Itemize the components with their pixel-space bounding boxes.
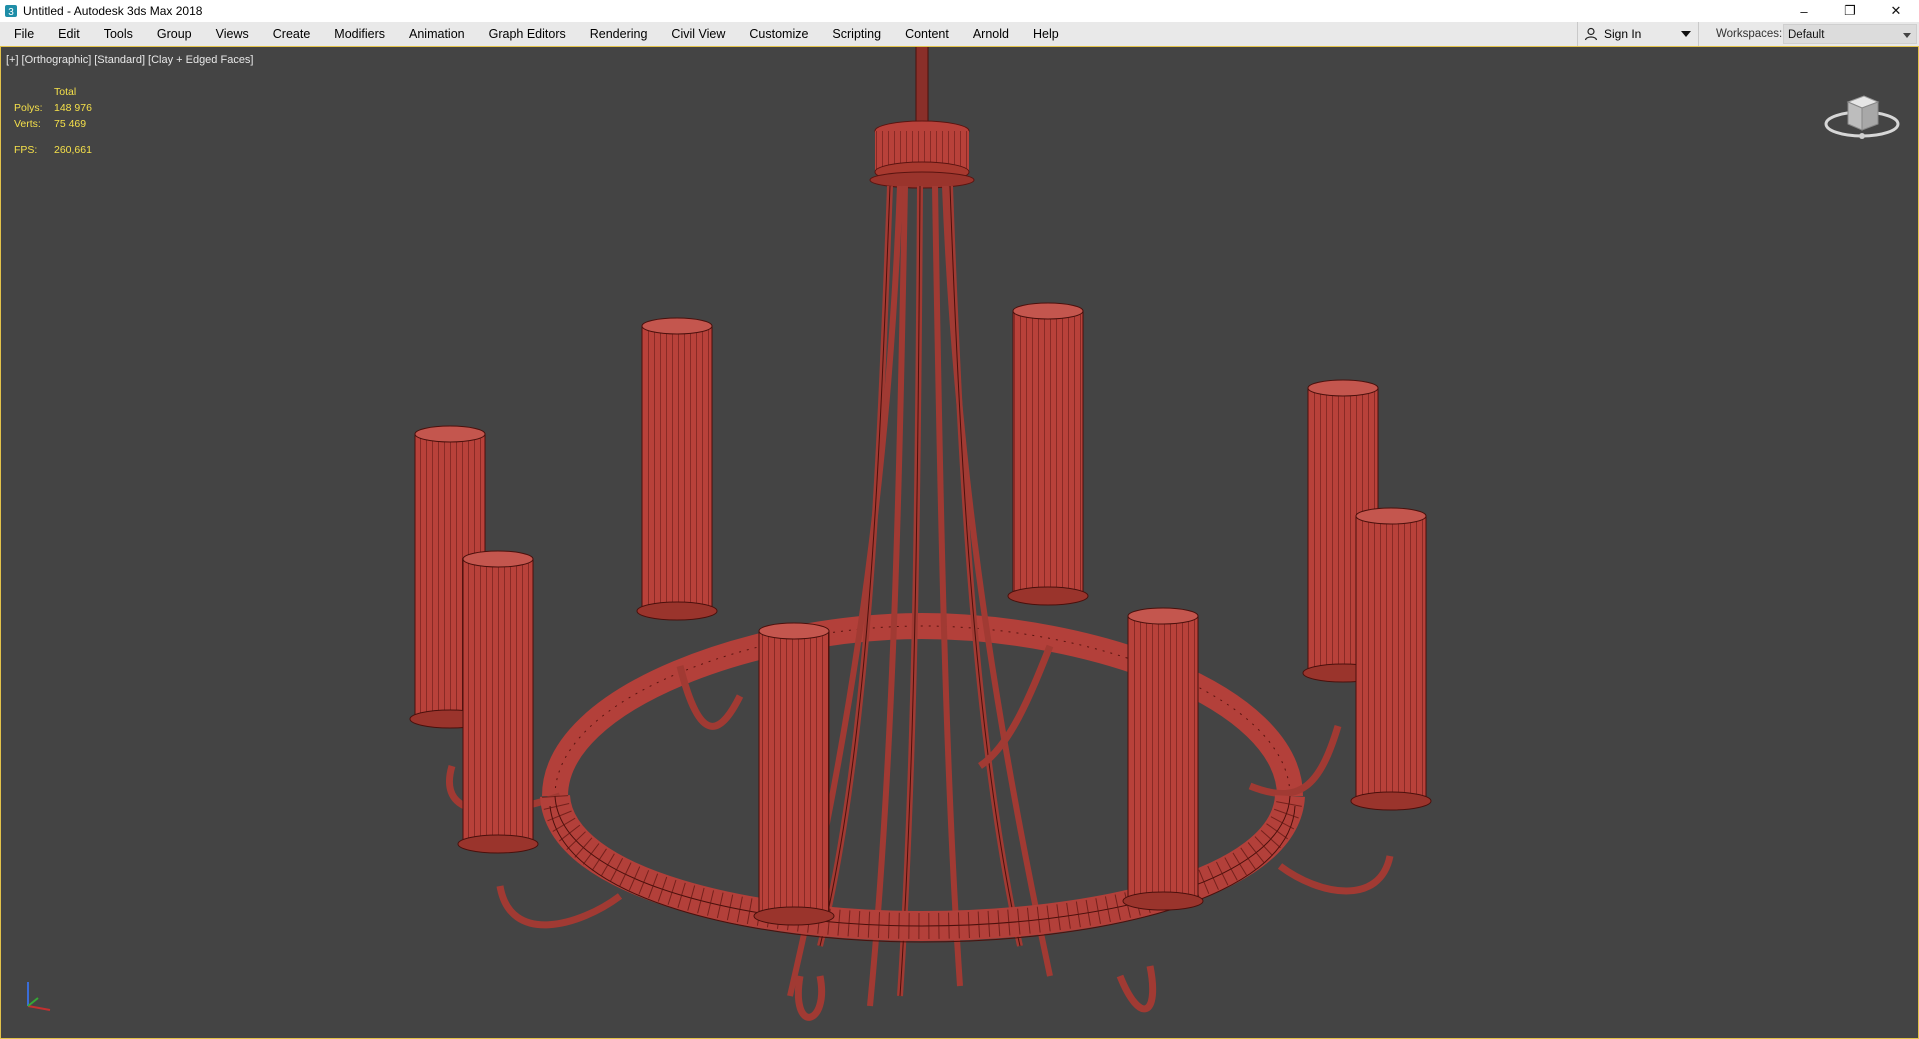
- polys-value: 148 976: [54, 102, 92, 114]
- svg-text:3: 3: [8, 7, 14, 18]
- menu-animation[interactable]: Animation: [397, 22, 477, 46]
- menu-content[interactable]: Content: [893, 22, 961, 46]
- candle-back-right[interactable]: [1007, 302, 1089, 606]
- chevron-down-icon: [1903, 33, 1911, 38]
- verts-label: Verts:: [14, 118, 41, 130]
- menu-file[interactable]: File: [0, 22, 46, 46]
- candle-front-center-left[interactable]: [753, 622, 835, 926]
- workspace-select[interactable]: Default: [1783, 24, 1917, 44]
- user-icon: [1584, 27, 1598, 41]
- stats-header: Total: [54, 86, 77, 98]
- menu-civil-view[interactable]: Civil View: [659, 22, 737, 46]
- close-button[interactable]: ✕: [1873, 0, 1919, 22]
- app-logo-icon: 3: [3, 3, 19, 19]
- candle-front-center-right[interactable]: [1122, 607, 1204, 911]
- viewport-shading-quality-menu[interactable]: [Standard]: [94, 54, 145, 66]
- candle-front-left-outer[interactable]: [457, 550, 539, 854]
- restore-button[interactable]: ❐: [1827, 0, 1873, 22]
- menu-modifiers[interactable]: Modifiers: [322, 22, 397, 46]
- viewport-statistics: Total Polys: 148 976 Verts: 75 469 FPS: 260…: [14, 84, 92, 158]
- menu-group[interactable]: Group: [145, 22, 204, 46]
- window-title: Untitled - Autodesk 3ds Max 2018: [23, 4, 203, 18]
- menu-customize[interactable]: Customize: [737, 22, 820, 46]
- menu-help[interactable]: Help: [1021, 22, 1071, 46]
- polys-label: Polys:: [14, 102, 43, 114]
- viewport-label-menu[interactable]: [+] [Orthographic] [Standard] [Clay + Edged…: [6, 54, 257, 66]
- minimize-button[interactable]: –: [1781, 0, 1827, 22]
- chevron-down-icon: [1681, 31, 1691, 37]
- menu-tools[interactable]: Tools: [92, 22, 145, 46]
- candle-front-right-outer[interactable]: [1350, 507, 1432, 811]
- fps-label: FPS:: [14, 144, 38, 156]
- title-bar: 3 Untitled - Autodesk 3ds Max 2018 – ❐ ✕: [0, 0, 1919, 22]
- axis-tripod-icon: [27, 982, 51, 1011]
- menu-arnold[interactable]: Arnold: [961, 22, 1021, 46]
- menu-create[interactable]: Create: [261, 22, 323, 46]
- viewcube-icon[interactable]: [1822, 82, 1902, 144]
- viewport-point-of-view-menu[interactable]: [Orthographic]: [22, 54, 92, 66]
- fps-value: 260,661: [54, 144, 92, 156]
- viewport-general-menu[interactable]: [+]: [6, 54, 19, 66]
- sign-in-button[interactable]: Sign In: [1577, 22, 1699, 46]
- workspace-value: Default: [1788, 29, 1825, 41]
- menu-views[interactable]: Views: [204, 22, 261, 46]
- menu-rendering[interactable]: Rendering: [578, 22, 660, 46]
- workspaces-label: Workspaces:: [1716, 28, 1783, 40]
- viewport-visual-style-menu[interactable]: [Clay + Edged Faces]: [148, 54, 253, 66]
- candle-back-left[interactable]: [636, 317, 718, 621]
- verts-value: 75 469: [54, 118, 87, 130]
- menu-graph-editors[interactable]: Graph Editors: [477, 22, 578, 46]
- menu-edit[interactable]: Edit: [46, 22, 92, 46]
- sign-in-label: Sign In: [1604, 27, 1642, 41]
- menu-scripting[interactable]: Scripting: [820, 22, 893, 46]
- perspective-viewport[interactable]: [+] [Orthographic] [Standard] [Clay + Edged…: [0, 46, 1919, 1039]
- chandelier-model[interactable]: [0, 46, 1919, 1039]
